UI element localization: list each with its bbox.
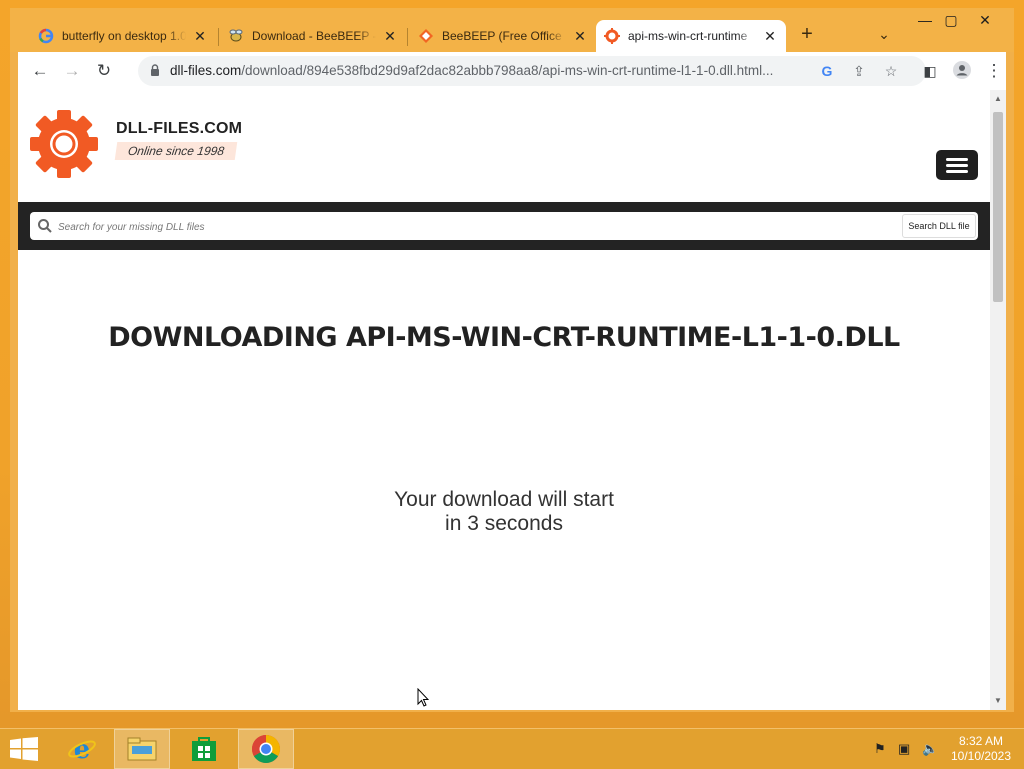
site-brand[interactable]: DLL-FILES.COM [116, 120, 242, 138]
hamburger-menu-button[interactable] [936, 150, 978, 180]
countdown-line-2: in 3 seconds [445, 512, 563, 535]
search-dll-button[interactable]: Search DLL file [902, 214, 976, 238]
action-center-flag-icon[interactable]: ⚑ [874, 741, 886, 757]
scroll-up-icon[interactable]: ▲ [993, 94, 1003, 104]
file-explorer-taskbar-button[interactable] [114, 729, 170, 769]
download-countdown-message: Your download will start in 3 seconds [18, 488, 990, 536]
url-text[interactable]: dll-files.com/download/894e538fbd29d9af2… [170, 63, 773, 78]
tab-separator [407, 28, 408, 46]
dll-search-input[interactable] [56, 215, 900, 239]
dll-files-logo[interactable] [28, 108, 100, 180]
countdown-line-1: Your download will start [394, 488, 614, 511]
download-heading: DOWNLOADING API-MS-WIN-CRT-RUNTIME-L1-1-… [108, 322, 900, 353]
page-scrollbar[interactable]: ▲ ▼ [990, 90, 1006, 710]
close-tab-icon[interactable]: ✕ [192, 28, 208, 44]
forward-arrow-icon[interactable]: → [62, 61, 82, 81]
google-lens-icon[interactable]: G [818, 62, 836, 80]
svg-text:e: e [74, 735, 91, 764]
windows-taskbar: e ⚑ ▣ 🔈 8:32 AM 10/10/2023 [0, 728, 1024, 769]
chrome-menu-icon[interactable]: ⋮ [984, 61, 1004, 81]
tab-dll-files-active[interactable]: api-ms-win-crt-runtime ✕ [596, 20, 786, 52]
clock-time: 8:32 AM [958, 734, 1004, 748]
network-icon[interactable]: ▣ [898, 741, 910, 757]
side-panel-icon[interactable]: ◧ [920, 61, 940, 81]
chrome-window: butterfly on desktop 1.0 ✕ Download - Be… [10, 8, 1014, 712]
bookmark-star-icon[interactable]: ☆ [882, 62, 900, 80]
tab-label: butterfly on desktop 1.0 [62, 29, 186, 43]
windows-start-icon[interactable] [10, 737, 38, 761]
tab-label: Download - BeeBEEP - F [252, 29, 376, 43]
dll-search-box: Search DLL file [30, 212, 978, 240]
beebeep-icon [228, 28, 244, 44]
volume-muted-icon[interactable]: 🔈 [922, 741, 938, 757]
chrome-icon [252, 735, 280, 763]
internet-explorer-taskbar-button[interactable]: e [54, 729, 110, 769]
tab-google-search[interactable]: butterfly on desktop 1.0 ✕ [30, 20, 216, 52]
tab-beebeep-sourceforge[interactable]: BeeBEEP (Free Office M ✕ [410, 20, 596, 52]
tab-label: api-ms-win-crt-runtime [628, 29, 748, 43]
lock-icon[interactable] [148, 63, 162, 77]
search-band: Search DLL file [18, 202, 990, 250]
file-explorer-folder-icon [127, 737, 157, 761]
web-page: DLL-FILES.COM Online since 1998 Search D… [18, 90, 990, 710]
back-arrow-icon[interactable]: ← [30, 61, 50, 81]
google-icon [38, 28, 54, 44]
dll-files-icon [604, 28, 620, 44]
reload-icon[interactable]: ↻ [94, 61, 114, 81]
windows-store-icon [192, 737, 216, 761]
sourceforge-icon [418, 28, 434, 44]
site-header: DLL-FILES.COM Online since 1998 [18, 90, 990, 202]
mouse-cursor-icon [417, 688, 429, 707]
chrome-taskbar-button[interactable] [238, 729, 294, 769]
tab-beebeep-download[interactable]: Download - BeeBEEP - F ✕ [220, 20, 406, 52]
tab-search-chevron-icon[interactable]: ⌄ [874, 26, 894, 46]
taskbar-clock[interactable]: 8:32 AM 10/10/2023 [944, 734, 1018, 764]
site-tagline: Online since 1998 [114, 142, 238, 160]
maximize-button[interactable]: ▢ [936, 12, 966, 32]
search-icon [38, 219, 52, 233]
scrollbar-thumb[interactable] [993, 112, 1003, 302]
address-bar[interactable]: dll-files.com/download/894e538fbd29d9af2… [138, 56, 926, 86]
new-tab-button[interactable]: + [796, 24, 818, 46]
internet-explorer-icon: e [68, 735, 96, 764]
close-tab-icon[interactable]: ✕ [382, 28, 398, 44]
tab-label: BeeBEEP (Free Office M [442, 29, 566, 43]
scroll-down-icon[interactable]: ▼ [993, 696, 1003, 706]
browser-toolbar: ← → ↻ dll-files.com/download/894e538fbd2… [18, 52, 1006, 91]
store-taskbar-button[interactable] [176, 729, 232, 769]
tab-strip: butterfly on desktop 1.0 ✕ Download - Be… [10, 8, 1014, 52]
tab-separator [218, 28, 219, 46]
close-tab-icon[interactable]: ✕ [572, 28, 588, 44]
close-window-button[interactable]: ✕ [970, 12, 1000, 32]
clock-date: 10/10/2023 [950, 749, 1012, 763]
close-tab-icon[interactable]: ✕ [762, 28, 778, 44]
share-icon[interactable]: ⇪ [850, 62, 868, 80]
profile-avatar-icon[interactable] [952, 61, 972, 81]
